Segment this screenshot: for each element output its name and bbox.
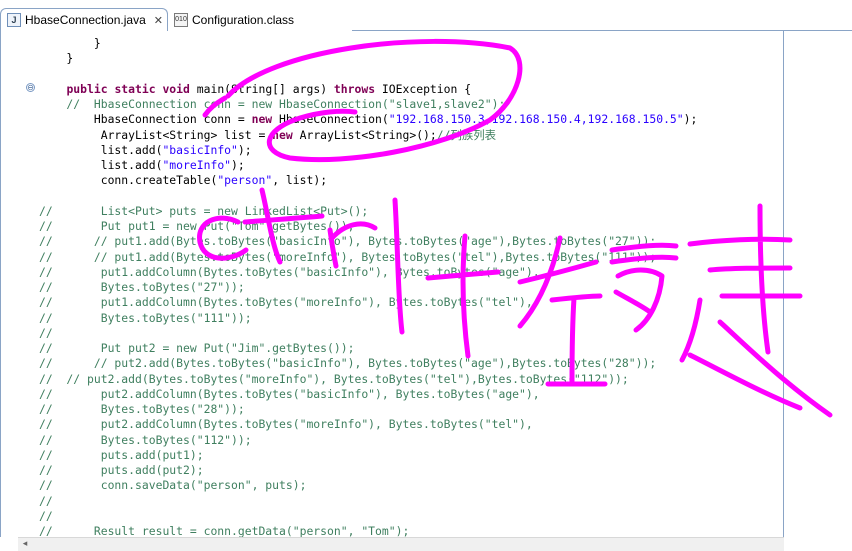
code-token: // Bytes.toBytes("112")); — [39, 432, 252, 447]
code-line[interactable]: HbaseConnection conn = new HbaseConnecti… — [39, 112, 698, 127]
code-token: // // put1.add(Bytes.toBytes("moreInfo")… — [39, 249, 657, 264]
code-token: ArrayList<String>(); — [292, 127, 437, 142]
tab-hbaseconnection-java[interactable]: J HbaseConnection.java ✕ — [0, 8, 168, 31]
code-line[interactable]: // puts.add(put1); — [39, 448, 204, 463]
code-token: // put1.addColumn(Bytes.toBytes("basicIn… — [39, 264, 540, 279]
code-line[interactable]: // puts.add(put2); — [39, 463, 204, 478]
code-token: HbaseConnection conn = — [39, 112, 252, 127]
code-token: // Bytes.toBytes("27")); — [39, 280, 245, 294]
code-token: HbaseConnection( — [272, 112, 389, 127]
code-token: // puts.add(put1); — [39, 447, 204, 462]
code-token: // put2.addColumn(Bytes.toBytes("basicIn… — [39, 386, 540, 401]
horizontal-scrollbar[interactable] — [18, 537, 784, 551]
code-line[interactable]: // put1.addColumn(Bytes.toBytes("basicIn… — [39, 265, 540, 280]
code-token: // Bytes.toBytes("28")); — [39, 402, 245, 416]
code-token: ArrayList<String> list = — [39, 127, 273, 142]
code-line[interactable]: // // put2.add(Bytes.toBytes("basicInfo"… — [39, 356, 656, 371]
editor-tab-bar: J HbaseConnection.java ✕ 010 Configurati… — [0, 0, 852, 31]
code-line[interactable]: // — [39, 326, 53, 341]
code-line[interactable]: // Put put2 = new Put("Jim".getBytes()); — [39, 341, 354, 356]
code-line[interactable]: // put2.addColumn(Bytes.toBytes("moreInf… — [39, 417, 533, 432]
code-token: // HbaseConnection conn = new HbaseConne… — [39, 97, 506, 111]
code-token: main(String[] args) — [189, 81, 334, 96]
code-line[interactable]: // // put1.add(Bytes.toBytes("moreInfo")… — [39, 250, 656, 265]
code-token: // — [39, 325, 53, 340]
tab-label: HbaseConnection.java — [25, 13, 146, 27]
code-line[interactable]: // Bytes.toBytes("27")); — [39, 280, 245, 295]
code-token: throws — [333, 81, 376, 96]
code-line[interactable]: // — [39, 494, 53, 509]
code-line[interactable]: list.add("moreInfo"); — [39, 158, 245, 173]
code-token: // conn.saveData("person", puts); — [39, 478, 307, 493]
code-token: , list); — [272, 173, 328, 188]
code-token: list.add( — [39, 142, 163, 157]
code-line[interactable]: } — [39, 51, 73, 66]
code-token: //列族列表 — [436, 127, 497, 142]
code-token: ); — [237, 142, 252, 157]
code-line[interactable]: // — [39, 509, 53, 524]
code-line[interactable]: } — [39, 36, 101, 51]
code-token: new — [272, 127, 293, 142]
code-token: // put2.addColumn(Bytes.toBytes("moreInf… — [39, 417, 533, 432]
code-token: "moreInfo" — [162, 158, 232, 172]
code-line[interactable]: // put1.addColumn(Bytes.toBytes("moreInf… — [39, 295, 533, 310]
code-line[interactable]: // List<Put> puts = new LinkedList<Put>(… — [39, 204, 368, 219]
code-token: ); — [231, 158, 245, 172]
code-line[interactable]: // // put1.add(Bytes.toBytes("basicInfo"… — [39, 234, 656, 249]
code-token: // Put put1 = new Put("Tom".getBytes()); — [39, 219, 355, 233]
code-token: // // put2.add(Bytes.toBytes("moreInfo")… — [39, 371, 629, 386]
code-token: list.add( — [39, 158, 163, 172]
code-line[interactable]: // conn.saveData("person", puts); — [39, 478, 306, 493]
code-token: // — [39, 493, 53, 508]
code-token: // Bytes.toBytes("111")); — [39, 310, 252, 325]
code-line[interactable]: // HbaseConnection conn = new HbaseConne… — [39, 97, 505, 112]
code-token: // puts.add(put2); — [39, 463, 204, 477]
code-token: "192.168.150.3,192.168.150.4,192.168.150… — [388, 112, 684, 127]
class-file-icon: 010 — [174, 12, 188, 27]
code-token: ); — [683, 112, 698, 127]
code-token: "basicInfo" — [162, 142, 238, 157]
code-token: // put1.addColumn(Bytes.toBytes("moreInf… — [39, 295, 533, 310]
scroll-left-arrow-icon[interactable]: ◂ — [18, 537, 32, 551]
code-token: new — [251, 112, 273, 127]
code-line[interactable]: public static void main(String[] args) t… — [39, 82, 471, 97]
code-token: public static void — [66, 81, 190, 96]
code-token: "person" — [217, 173, 273, 188]
close-icon[interactable]: ✕ — [154, 14, 163, 27]
code-line[interactable]: // // put2.add(Bytes.toBytes("moreInfo")… — [39, 372, 629, 387]
code-line[interactable]: // Bytes.toBytes("111")); — [39, 311, 252, 326]
code-line[interactable]: // Bytes.toBytes("112")); — [39, 433, 252, 448]
code-line[interactable]: conn.createTable("person", list); — [39, 173, 327, 188]
code-line[interactable]: list.add("basicInfo"); — [39, 143, 252, 158]
code-token: // List<Put> puts = new LinkedList<Put>(… — [39, 203, 369, 218]
code-token: IOException { — [375, 81, 472, 96]
code-editor[interactable]: ⊖ } } public static void main(String[] a… — [0, 31, 784, 537]
tab-label: Configuration.class — [192, 12, 295, 27]
code-token: // // put1.add(Bytes.toBytes("basicInfo"… — [39, 234, 657, 249]
code-token: } — [39, 36, 101, 50]
tab-configuration-class[interactable]: 010 Configuration.class — [172, 8, 352, 31]
code-line[interactable]: // Result result = conn.getData("person"… — [39, 524, 409, 537]
code-line[interactable]: ArrayList<String> list = new ArrayList<S… — [39, 128, 496, 143]
code-token: // // put2.add(Bytes.toBytes("basicInfo"… — [39, 356, 657, 371]
editor-margin — [784, 31, 852, 551]
code-line[interactable]: // put2.addColumn(Bytes.toBytes("basicIn… — [39, 387, 540, 402]
fold-toggle-icon[interactable]: ⊖ — [26, 83, 35, 92]
code-token: // Result result = conn.getData("person"… — [39, 524, 410, 537]
code-line[interactable]: // Bytes.toBytes("28")); — [39, 402, 245, 417]
java-file-icon: J — [7, 13, 21, 27]
code-token: } — [39, 51, 74, 66]
code-token: // Put put2 = new Put("Jim".getBytes()); — [39, 341, 355, 355]
annotation-ruler — [1, 31, 21, 537]
code-token: conn.createTable( — [39, 173, 218, 188]
code-line[interactable]: // Put put1 = new Put("Tom".getBytes()); — [39, 219, 354, 234]
code-token: // — [39, 508, 53, 523]
